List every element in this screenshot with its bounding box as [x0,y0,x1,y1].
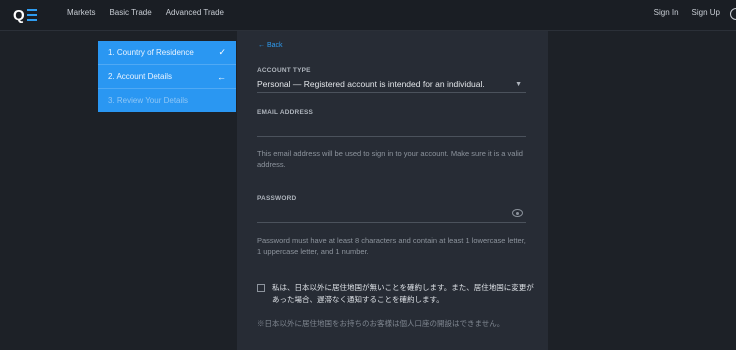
step-account-details[interactable]: 2. Account Details ← [98,65,236,89]
password-label: PASSWORD [257,195,297,202]
chevron-down-icon: ▼ [515,81,522,88]
account-type-value: Personal — Registered account is intende… [257,79,485,89]
logo[interactable]: Q [13,6,37,24]
checkmark-icon: ✓ [218,47,226,57]
sign-up-link[interactable]: Sign Up [692,8,720,17]
email-label: EMAIL ADDRESS [257,109,314,116]
residency-confirmation: 私は、日本以外に居住地国が無いことを確約します。また、居住地国に変更があった場合… [257,282,537,306]
logo-bars-icon [26,9,37,21]
logo-text: Q [13,6,25,24]
auth-links: Sign In Sign Up [654,8,720,17]
top-navigation-bar: Q Markets Basic Trade Advanced Trade Sig… [0,0,736,31]
email-field[interactable] [257,122,526,137]
account-details-form: ← Back ACCOUNT TYPE Personal — Registere… [237,31,548,350]
step-label: 1. Country of Residence [108,48,194,57]
email-help-text: This email address will be used to sign … [257,149,523,169]
back-link[interactable]: ← Back [258,42,283,49]
account-type-label: ACCOUNT TYPE [257,67,311,74]
nav-advanced-trade[interactable]: Advanced Trade [166,8,224,17]
arrow-left-icon: ← [217,71,226,82]
account-type-select[interactable]: Personal — Registered account is intende… [257,79,526,93]
registration-steps: 1. Country of Residence ✓ 2. Account Det… [98,41,236,112]
sign-in-link[interactable]: Sign In [654,8,679,17]
step-review-your-details: 3. Review Your Details [98,89,236,112]
user-menu-icon[interactable] [730,8,736,20]
step-country-of-residence[interactable]: 1. Country of Residence ✓ [98,41,236,65]
residency-note: ※日本以外に居住地国をお持ちのお客様は個人口座の開設はできません。 [257,319,505,328]
step-label: 3. Review Your Details [108,96,189,105]
eye-icon[interactable] [512,209,523,217]
password-help-text: Password must have at least 8 characters… [257,236,526,256]
residency-checkbox-label: 私は、日本以外に居住地国が無いことを確約します。また、居住地国に変更があった場合… [272,283,534,304]
step-label: 2. Account Details [108,72,173,81]
main-nav: Markets Basic Trade Advanced Trade [67,8,224,17]
nav-basic-trade[interactable]: Basic Trade [109,8,151,17]
residency-checkbox[interactable] [257,284,265,292]
password-field[interactable] [257,208,526,223]
nav-markets[interactable]: Markets [67,8,95,17]
